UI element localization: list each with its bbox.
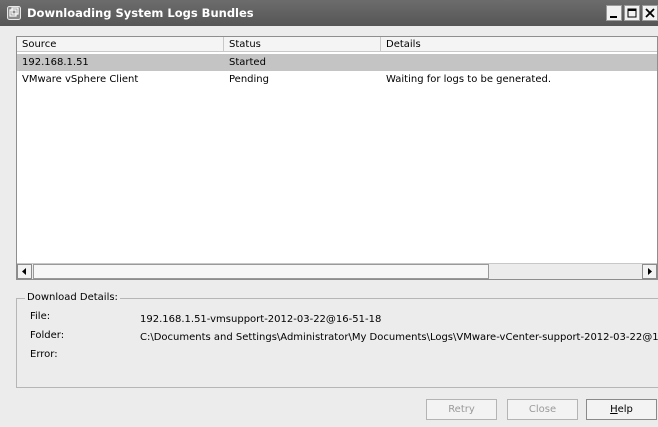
maximize-icon xyxy=(627,8,637,18)
logs-table[interactable]: Source Status Details 192.168.1.51 Start… xyxy=(16,36,658,280)
window-controls xyxy=(604,5,658,21)
triangle-left-icon xyxy=(22,268,26,275)
scroll-right-button[interactable] xyxy=(642,264,657,279)
download-details-group: Download Details: File: 192.168.1.51-vms… xyxy=(16,292,658,388)
dialog-window: Downloading System Logs Bundles Source S… xyxy=(0,0,658,427)
table-header: Source Status Details xyxy=(17,37,657,53)
log-bundle-icon xyxy=(7,6,21,20)
scrollbar-thumb[interactable] xyxy=(33,264,489,279)
group-legend: Download Details: xyxy=(25,292,120,303)
retry-button[interactable]: Retry xyxy=(426,399,497,420)
close-icon xyxy=(645,8,655,18)
window-title: Downloading System Logs Bundles xyxy=(27,6,254,20)
error-label: Error: xyxy=(30,349,58,360)
help-button[interactable]: Help xyxy=(586,399,657,420)
close-window-button[interactable] xyxy=(642,5,658,21)
table-row[interactable]: 192.168.1.51 Started xyxy=(17,54,657,71)
column-header-details[interactable]: Details xyxy=(381,37,657,52)
column-header-status[interactable]: Status xyxy=(224,37,381,52)
folder-label: Folder: xyxy=(30,330,65,341)
table-row[interactable]: VMware vSphere Client Pending Waiting fo… xyxy=(17,71,657,88)
help-mnemonic: H xyxy=(610,404,618,415)
horizontal-scrollbar[interactable] xyxy=(17,263,657,279)
minimize-icon xyxy=(610,16,617,18)
triangle-right-icon xyxy=(648,268,652,275)
row-status: Started xyxy=(229,57,266,68)
file-value: 192.168.1.51-vmsupport-2012-03-22@16-51-… xyxy=(140,314,382,325)
row-details xyxy=(381,54,386,71)
row-details: Waiting for logs to be generated. xyxy=(386,74,552,85)
file-label: File: xyxy=(30,311,51,322)
title-bar[interactable]: Downloading System Logs Bundles xyxy=(0,0,658,26)
column-header-source[interactable]: Source xyxy=(17,37,224,52)
help-label: elp xyxy=(617,404,633,415)
row-status: Pending xyxy=(229,74,269,85)
minimize-button[interactable] xyxy=(606,5,622,21)
close-button[interactable]: Close xyxy=(507,399,578,420)
maximize-button[interactable] xyxy=(624,5,640,21)
row-source: VMware vSphere Client xyxy=(22,74,139,85)
scroll-left-button[interactable] xyxy=(17,264,32,279)
folder-value: C:\Documents and Settings\Administrator\… xyxy=(140,332,658,343)
row-source: 192.168.1.51 xyxy=(22,57,89,68)
